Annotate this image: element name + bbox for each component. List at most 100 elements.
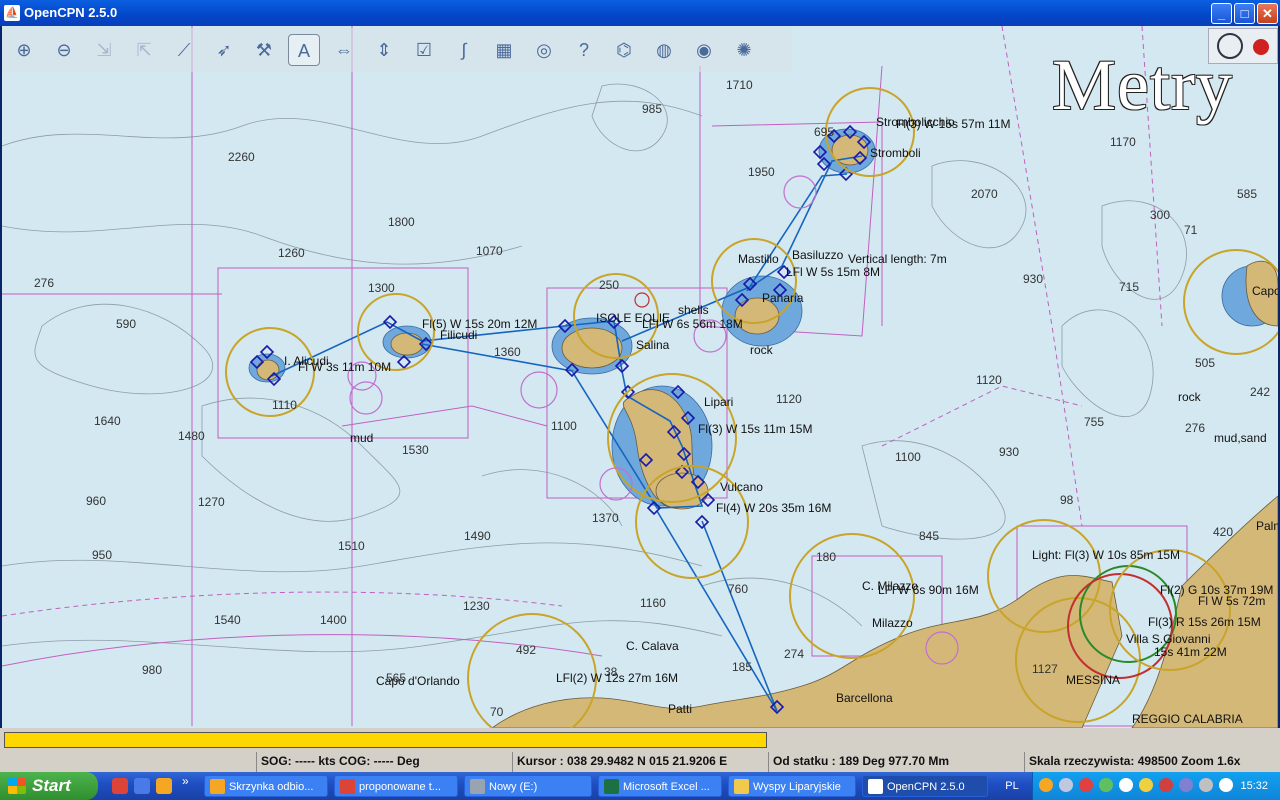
language-indicator[interactable]: PL: [996, 772, 1028, 800]
tray-antivirus-icon[interactable]: [1159, 778, 1173, 792]
maximize-button[interactable]: □: [1234, 3, 1255, 24]
depth-sounding: 1170: [1110, 135, 1136, 149]
chart-quilt-button[interactable]: ⇔: [328, 34, 360, 66]
colour-scheme-button[interactable]: ▦: [488, 34, 520, 66]
depth-sounding: 1490: [464, 529, 491, 543]
depth-sounding: 185: [732, 660, 752, 674]
zoom-out-button[interactable]: ⊖: [48, 34, 80, 66]
chart-label: Lipari: [704, 395, 733, 409]
mob-icon: ◎: [536, 40, 552, 60]
chart-label: Strombolicchio: [876, 115, 955, 129]
depth-sounding: 585: [1237, 187, 1257, 201]
track-button[interactable]: ∫: [448, 34, 480, 66]
status-bearing: Od statku : 189 Deg 977.70 Mm: [768, 752, 1024, 772]
taskbar-item[interactable]: Skrzynka odbio...: [204, 775, 328, 797]
depth-sounding: 276: [34, 276, 54, 290]
scale-out-button[interactable]: ⇱: [128, 34, 160, 66]
chart-label: Stromboli: [870, 146, 921, 160]
follow-ship-button[interactable]: ➶: [208, 34, 240, 66]
taskbar-item[interactable]: OpenCPN 2.5.0: [862, 775, 988, 797]
chart-label: Mastilio: [738, 252, 779, 266]
ais-button[interactable]: ⌬: [608, 34, 640, 66]
depth-sounding: 2070: [971, 187, 998, 201]
taskbar-item[interactable]: proponowane t...: [334, 775, 458, 797]
tray-outlook-icon[interactable]: [1039, 778, 1053, 792]
taskbar-item[interactable]: Wyspy Liparyjskie: [728, 775, 856, 797]
depth-sounding: 71: [1184, 223, 1198, 237]
depth-sounding: 242: [1250, 385, 1270, 399]
start-button[interactable]: Start: [0, 772, 98, 800]
text-button[interactable]: A: [288, 34, 320, 66]
quicklaunch-expand[interactable]: »: [182, 774, 189, 788]
chart-canvas[interactable]: 985 1710 695 1170 2260 1950 2070 585 1800 300 71 12…: [2, 26, 1278, 728]
status-bar: SOG: ----- kts COG: ----- Deg Kursor : 0…: [0, 752, 1280, 772]
tray-usb-icon[interactable]: [1139, 778, 1153, 792]
route-button[interactable]: ⟋: [168, 34, 200, 66]
taskbar-item-label: Nowy (E:): [489, 781, 538, 793]
status-scale: Skala rzeczywista: 498500 Zoom 1.6x: [1024, 752, 1280, 772]
tray-app-icon[interactable]: [1179, 778, 1193, 792]
zoom-in-button[interactable]: ⊕: [8, 34, 40, 66]
taskbar-app-icon: [868, 779, 883, 794]
tray-cable-icon[interactable]: [1219, 778, 1233, 792]
ie-icon[interactable]: [134, 778, 150, 794]
chart-label: mud: [350, 431, 373, 445]
depth-sounding: 1480: [178, 429, 205, 443]
route-manager-icon: ☑: [415, 40, 433, 60]
depth-sounding: 250: [599, 278, 619, 292]
depth-sounding: 1530: [402, 443, 429, 457]
chart-label: LFl W 6s 56m 18M: [642, 317, 743, 331]
help-icon: ?: [578, 40, 589, 60]
outlook-icon[interactable]: [156, 778, 172, 794]
tray-update-icon[interactable]: [1099, 778, 1113, 792]
scale-out-icon: ⇱: [136, 40, 152, 60]
mob-button[interactable]: ◎: [528, 34, 560, 66]
depth-sounding: 590: [116, 317, 136, 331]
chart-label: Vertical length: 7m: [848, 252, 947, 266]
toolbox-button[interactable]: ⚒: [248, 34, 280, 66]
tray-printer-icon[interactable]: [1199, 778, 1213, 792]
depth-sounding: 180: [816, 550, 836, 564]
chart-label: Villa S.Giovanni: [1126, 632, 1211, 646]
depth-sounding: 274: [784, 647, 804, 661]
tray-security-icon[interactable]: [1079, 778, 1093, 792]
depth-sounding: 492: [516, 643, 536, 657]
clock: 15:32: [1240, 780, 1268, 792]
depth-sounding: 1510: [338, 539, 365, 553]
depth-sounding: 985: [642, 102, 662, 116]
depth-sounding: 1120: [776, 392, 802, 406]
progress-bar: [4, 732, 767, 748]
depth-sounding: 505: [1195, 356, 1215, 370]
taskbar-app-icon: [604, 779, 619, 794]
chrome-icon[interactable]: [112, 778, 128, 794]
depth-sounding: 1800: [388, 215, 415, 229]
close-button[interactable]: ✕: [1257, 3, 1278, 24]
follow-ship-icon: ➶: [216, 40, 232, 60]
tray-network-icon[interactable]: [1059, 778, 1073, 792]
lifebuoy-button[interactable]: ◉: [688, 34, 720, 66]
minimize-button[interactable]: _: [1211, 3, 1232, 24]
toolbox-icon: ⚒: [255, 40, 273, 60]
depth-sounding: 695: [814, 125, 834, 139]
app-window: ⛵ OpenCPN 2.5.0 _ □ ✕ 985 1710 695 1170 …: [0, 0, 1280, 772]
gps-button[interactable]: ✺: [728, 34, 760, 66]
chart-label: Panaria: [762, 291, 804, 305]
help-button[interactable]: ?: [568, 34, 600, 66]
depth-sounding: 755: [1084, 415, 1104, 429]
route-manager-button[interactable]: ☑: [408, 34, 440, 66]
scale-in-button[interactable]: ⇲: [88, 34, 120, 66]
taskbar-item[interactable]: Nowy (E:): [464, 775, 592, 797]
gps-status-icon: [1253, 39, 1269, 55]
chart-label: Light: Fl(3) W 10s 85m 15M: [1032, 548, 1180, 562]
globe-button[interactable]: ◍: [648, 34, 680, 66]
windows-logo-icon: [8, 778, 26, 794]
title-bar[interactable]: ⛵ OpenCPN 2.5.0 _ □ ✕: [0, 0, 1280, 26]
taskbar-app-icon: [340, 779, 355, 794]
chart-label: Capo: [1252, 284, 1278, 298]
tray-volume-icon[interactable]: [1119, 778, 1133, 792]
depth-sounding: 1270: [198, 495, 225, 509]
tides-button[interactable]: ⇕: [368, 34, 400, 66]
chart-label: Patti: [668, 702, 692, 716]
depth-sounding: 1120: [976, 373, 1002, 387]
taskbar-item[interactable]: Microsoft Excel ...: [598, 775, 722, 797]
